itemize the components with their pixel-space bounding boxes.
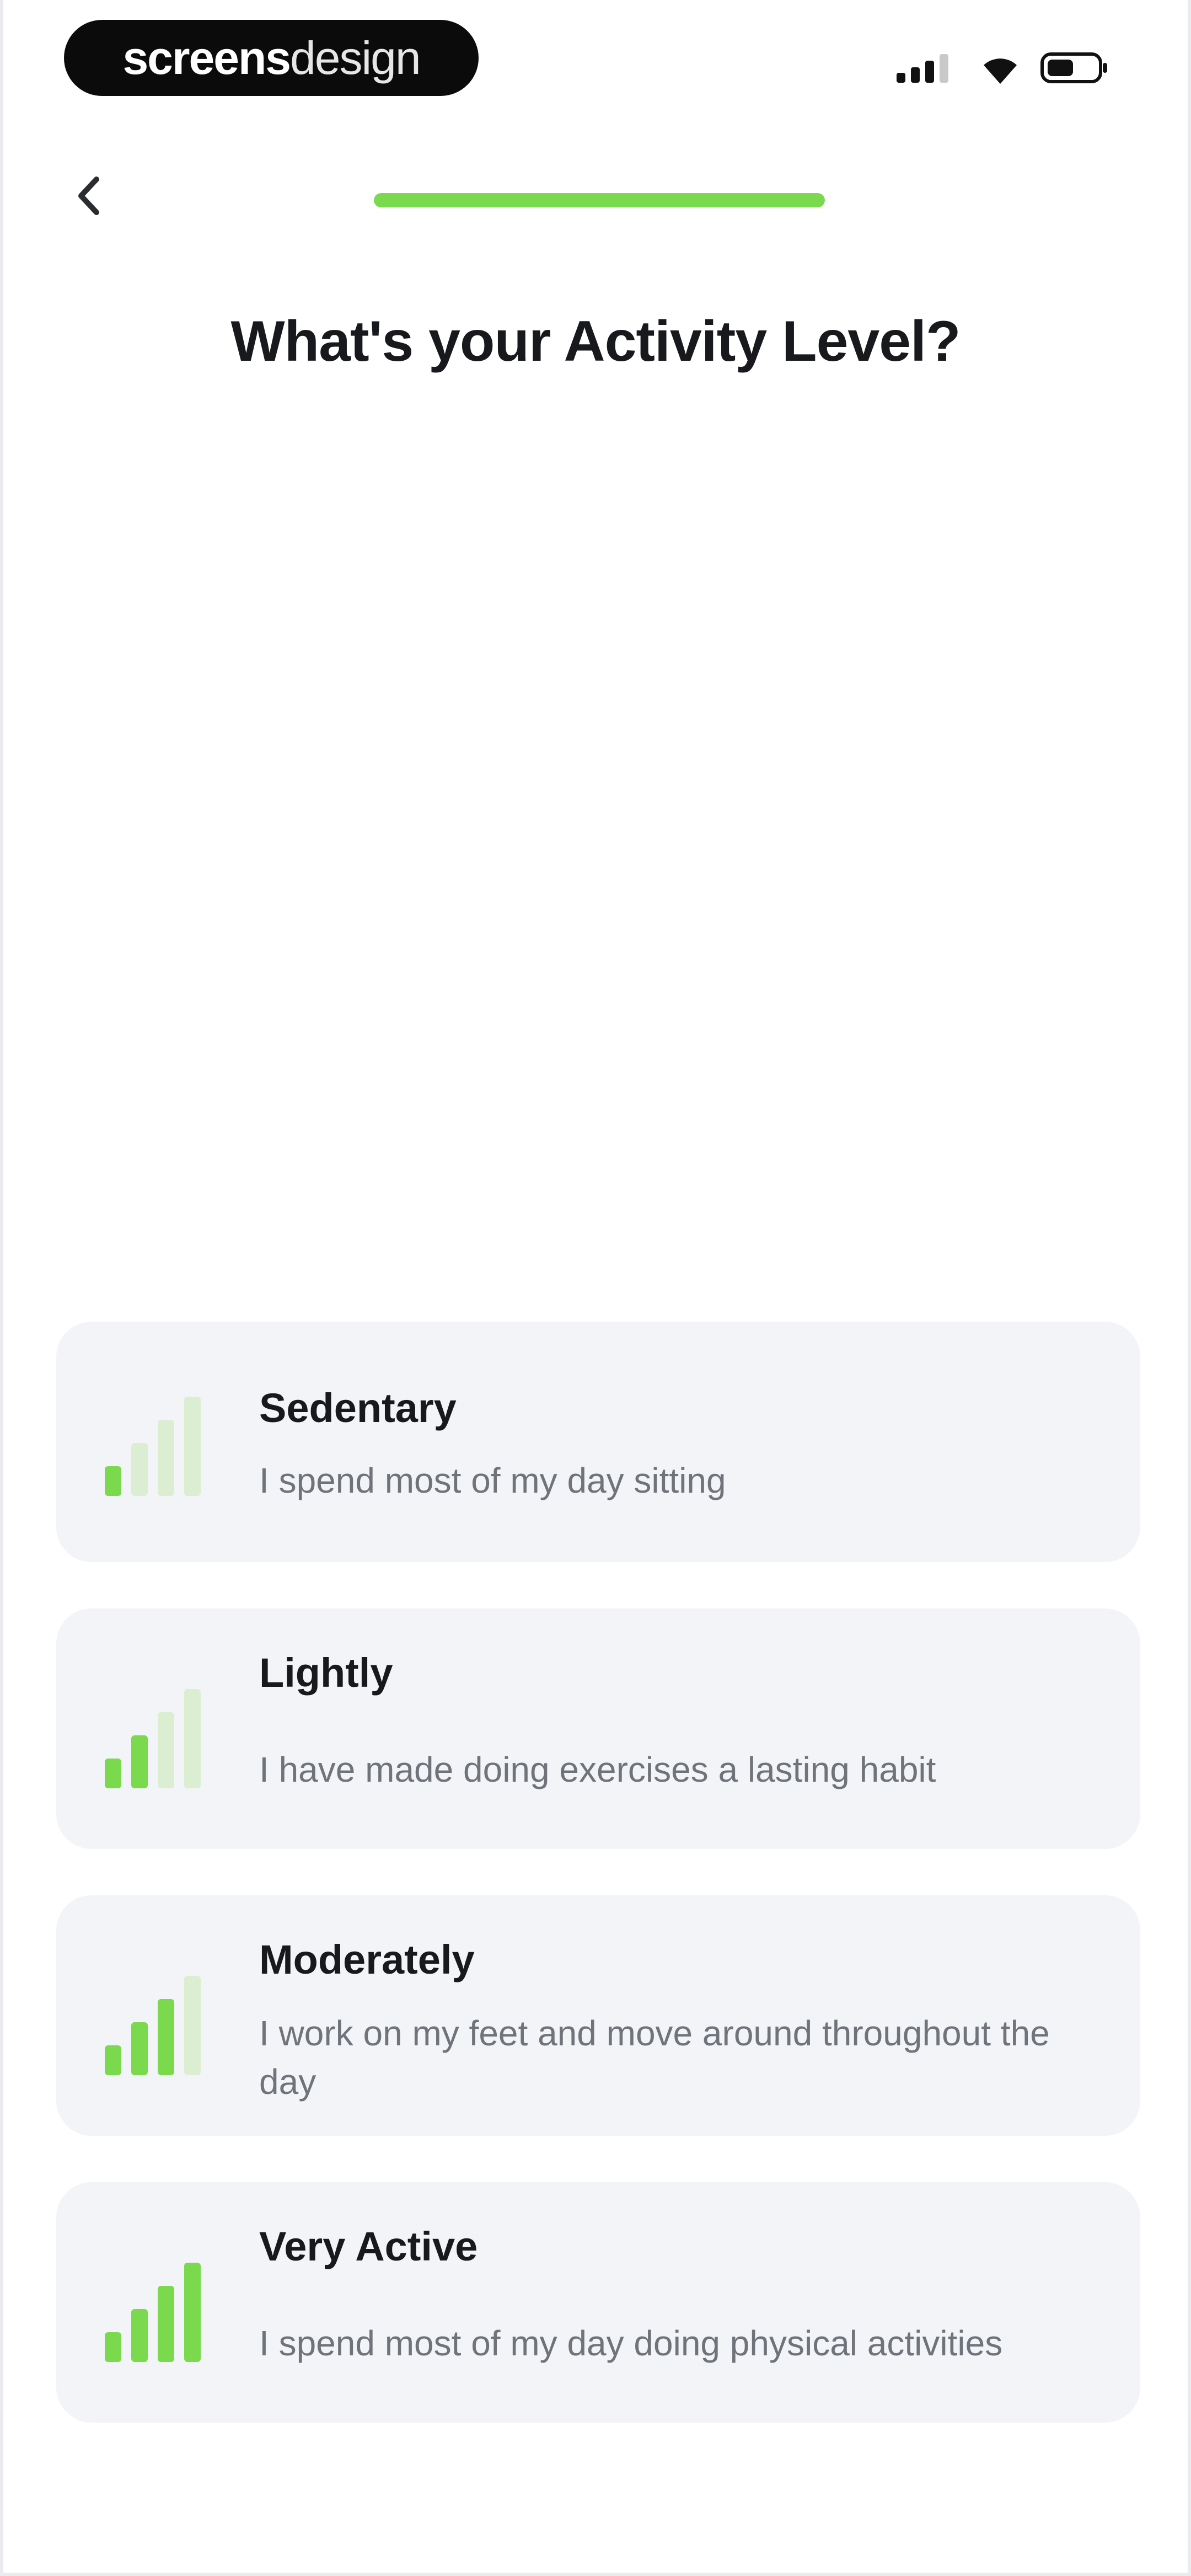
brand-badge: screens design: [64, 20, 479, 96]
brand-text-bold: screens: [122, 31, 291, 84]
activity-bar-filled: [105, 2332, 121, 2362]
activity-bars-icon: [105, 1689, 201, 1788]
activity-bars-icon: [105, 1976, 201, 2075]
page-title: What's your Activity Level?: [230, 309, 961, 373]
activity-bar-filled: [105, 2045, 121, 2075]
activity-bar-empty: [184, 1976, 201, 2075]
status-icons: [895, 49, 1110, 87]
option-description: I spend most of my day sitting: [259, 1461, 726, 1500]
chevron-left-icon: [78, 177, 99, 215]
wifi-icon: [984, 58, 1017, 84]
activity-bar-filled: [105, 1466, 121, 1496]
activity-bar-empty: [158, 1420, 174, 1496]
activity-bars-icon: [105, 2263, 201, 2362]
option-card-moderately[interactable]: Moderately I work on my feet and move ar…: [56, 1895, 1140, 2136]
activity-bar-empty: [184, 1689, 201, 1788]
activity-bar-filled: [105, 1759, 121, 1788]
option-description: I work on my feet and move around throug…: [259, 2013, 1050, 2102]
option-title: Lightly: [259, 1650, 393, 1696]
option-description: I have made doing exercises a lasting ha…: [259, 1750, 936, 1789]
activity-bar-filled: [131, 2022, 148, 2075]
option-card-sedentary[interactable]: Sedentary I spend most of my day sitting: [56, 1322, 1140, 1562]
back-button[interactable]: [64, 165, 114, 226]
option-title: Very Active: [259, 2224, 478, 2269]
activity-bar-empty: [158, 1712, 174, 1788]
option-title: Moderately: [259, 1937, 475, 1982]
activity-bars-icon: [105, 1397, 201, 1496]
option-title: Sedentary: [259, 1385, 457, 1431]
activity-bar-filled: [131, 1735, 148, 1788]
activity-level-screen: screens design What's your Activity Level…: [0, 0, 1191, 2576]
activity-bar-filled: [131, 2309, 148, 2362]
option-card-lightly[interactable]: Lightly I have made doing exercises a la…: [56, 1608, 1140, 1849]
onboarding-progress-bar: [374, 193, 825, 207]
progress-fill: [374, 193, 825, 207]
activity-bar-filled: [158, 2286, 174, 2362]
activity-bar-empty: [184, 1397, 201, 1496]
activity-bar-filled: [184, 2263, 201, 2362]
battery-icon: [1040, 52, 1107, 83]
option-card-very-active[interactable]: Very Active I spend most of my day doing…: [56, 2182, 1140, 2423]
option-description: I spend most of my day doing physical ac…: [259, 2323, 1003, 2363]
activity-bar-empty: [131, 1443, 148, 1496]
activity-bar-filled: [158, 1999, 174, 2075]
cellular-signal-icon: [897, 54, 948, 83]
brand-text-light: design: [290, 31, 421, 84]
